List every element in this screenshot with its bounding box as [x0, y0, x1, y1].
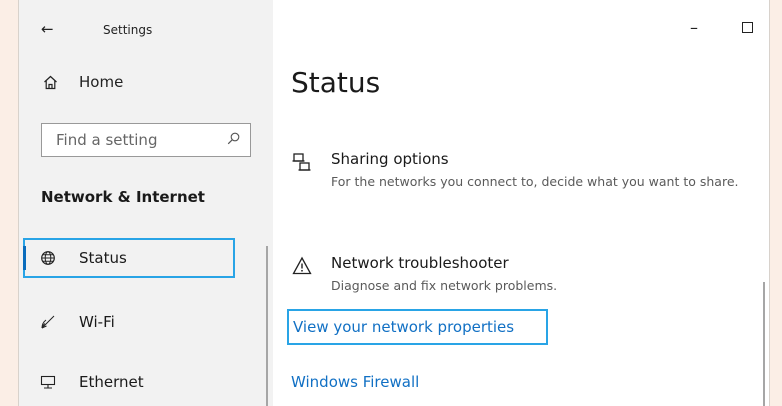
windows-firewall-link[interactable]: Windows Firewall [291, 364, 419, 400]
minimize-icon[interactable]: – [690, 18, 698, 37]
home-label: Home [79, 73, 124, 91]
option-troubleshooter[interactable]: Network troubleshooter Diagnose and fix … [291, 254, 741, 295]
settings-window: ← Settings Home Find a setting Network &… [18, 0, 770, 406]
option-description: For the networks you connect to, decide … [331, 174, 739, 189]
back-arrow-icon[interactable]: ← [41, 20, 54, 38]
search-placeholder: Find a setting [56, 131, 158, 149]
warning-icon [291, 256, 313, 295]
sidebar-scrollbar[interactable] [266, 246, 268, 406]
window-title: Settings [103, 23, 153, 37]
sidebar-item-status[interactable]: Status [23, 238, 235, 278]
sidebar: ← Settings Home Find a setting Network &… [19, 0, 273, 406]
wifi-icon [39, 314, 57, 330]
ethernet-icon [39, 374, 57, 390]
view-network-properties-link[interactable]: View your network properties [287, 309, 549, 345]
maximize-icon[interactable] [742, 22, 753, 33]
group-heading: Network & Internet [41, 188, 205, 206]
page-title: Status [291, 66, 381, 99]
sidebar-item-label: Wi-Fi [79, 313, 115, 331]
home-nav-item[interactable]: Home [41, 70, 123, 94]
option-sharing[interactable]: Sharing options For the networks you con… [291, 150, 741, 191]
home-icon [41, 75, 59, 90]
sidebar-item-wifi[interactable]: Wi-Fi [19, 302, 273, 342]
option-title: Network troubleshooter [331, 254, 509, 272]
sharing-icon [291, 152, 313, 191]
window-controls: – [690, 18, 753, 37]
search-icon[interactable] [227, 132, 240, 149]
sidebar-item-ethernet[interactable]: Ethernet [19, 362, 273, 402]
option-description: Diagnose and fix network problems. [331, 278, 558, 293]
main-scrollbar[interactable] [763, 282, 765, 406]
sidebar-item-label: Ethernet [79, 373, 144, 391]
main-content: – Status Sharing options For the network… [273, 0, 769, 406]
globe-status-icon [39, 250, 57, 266]
search-input[interactable]: Find a setting [41, 123, 251, 157]
sidebar-item-label: Status [79, 249, 127, 267]
option-title: Sharing options [331, 150, 449, 168]
